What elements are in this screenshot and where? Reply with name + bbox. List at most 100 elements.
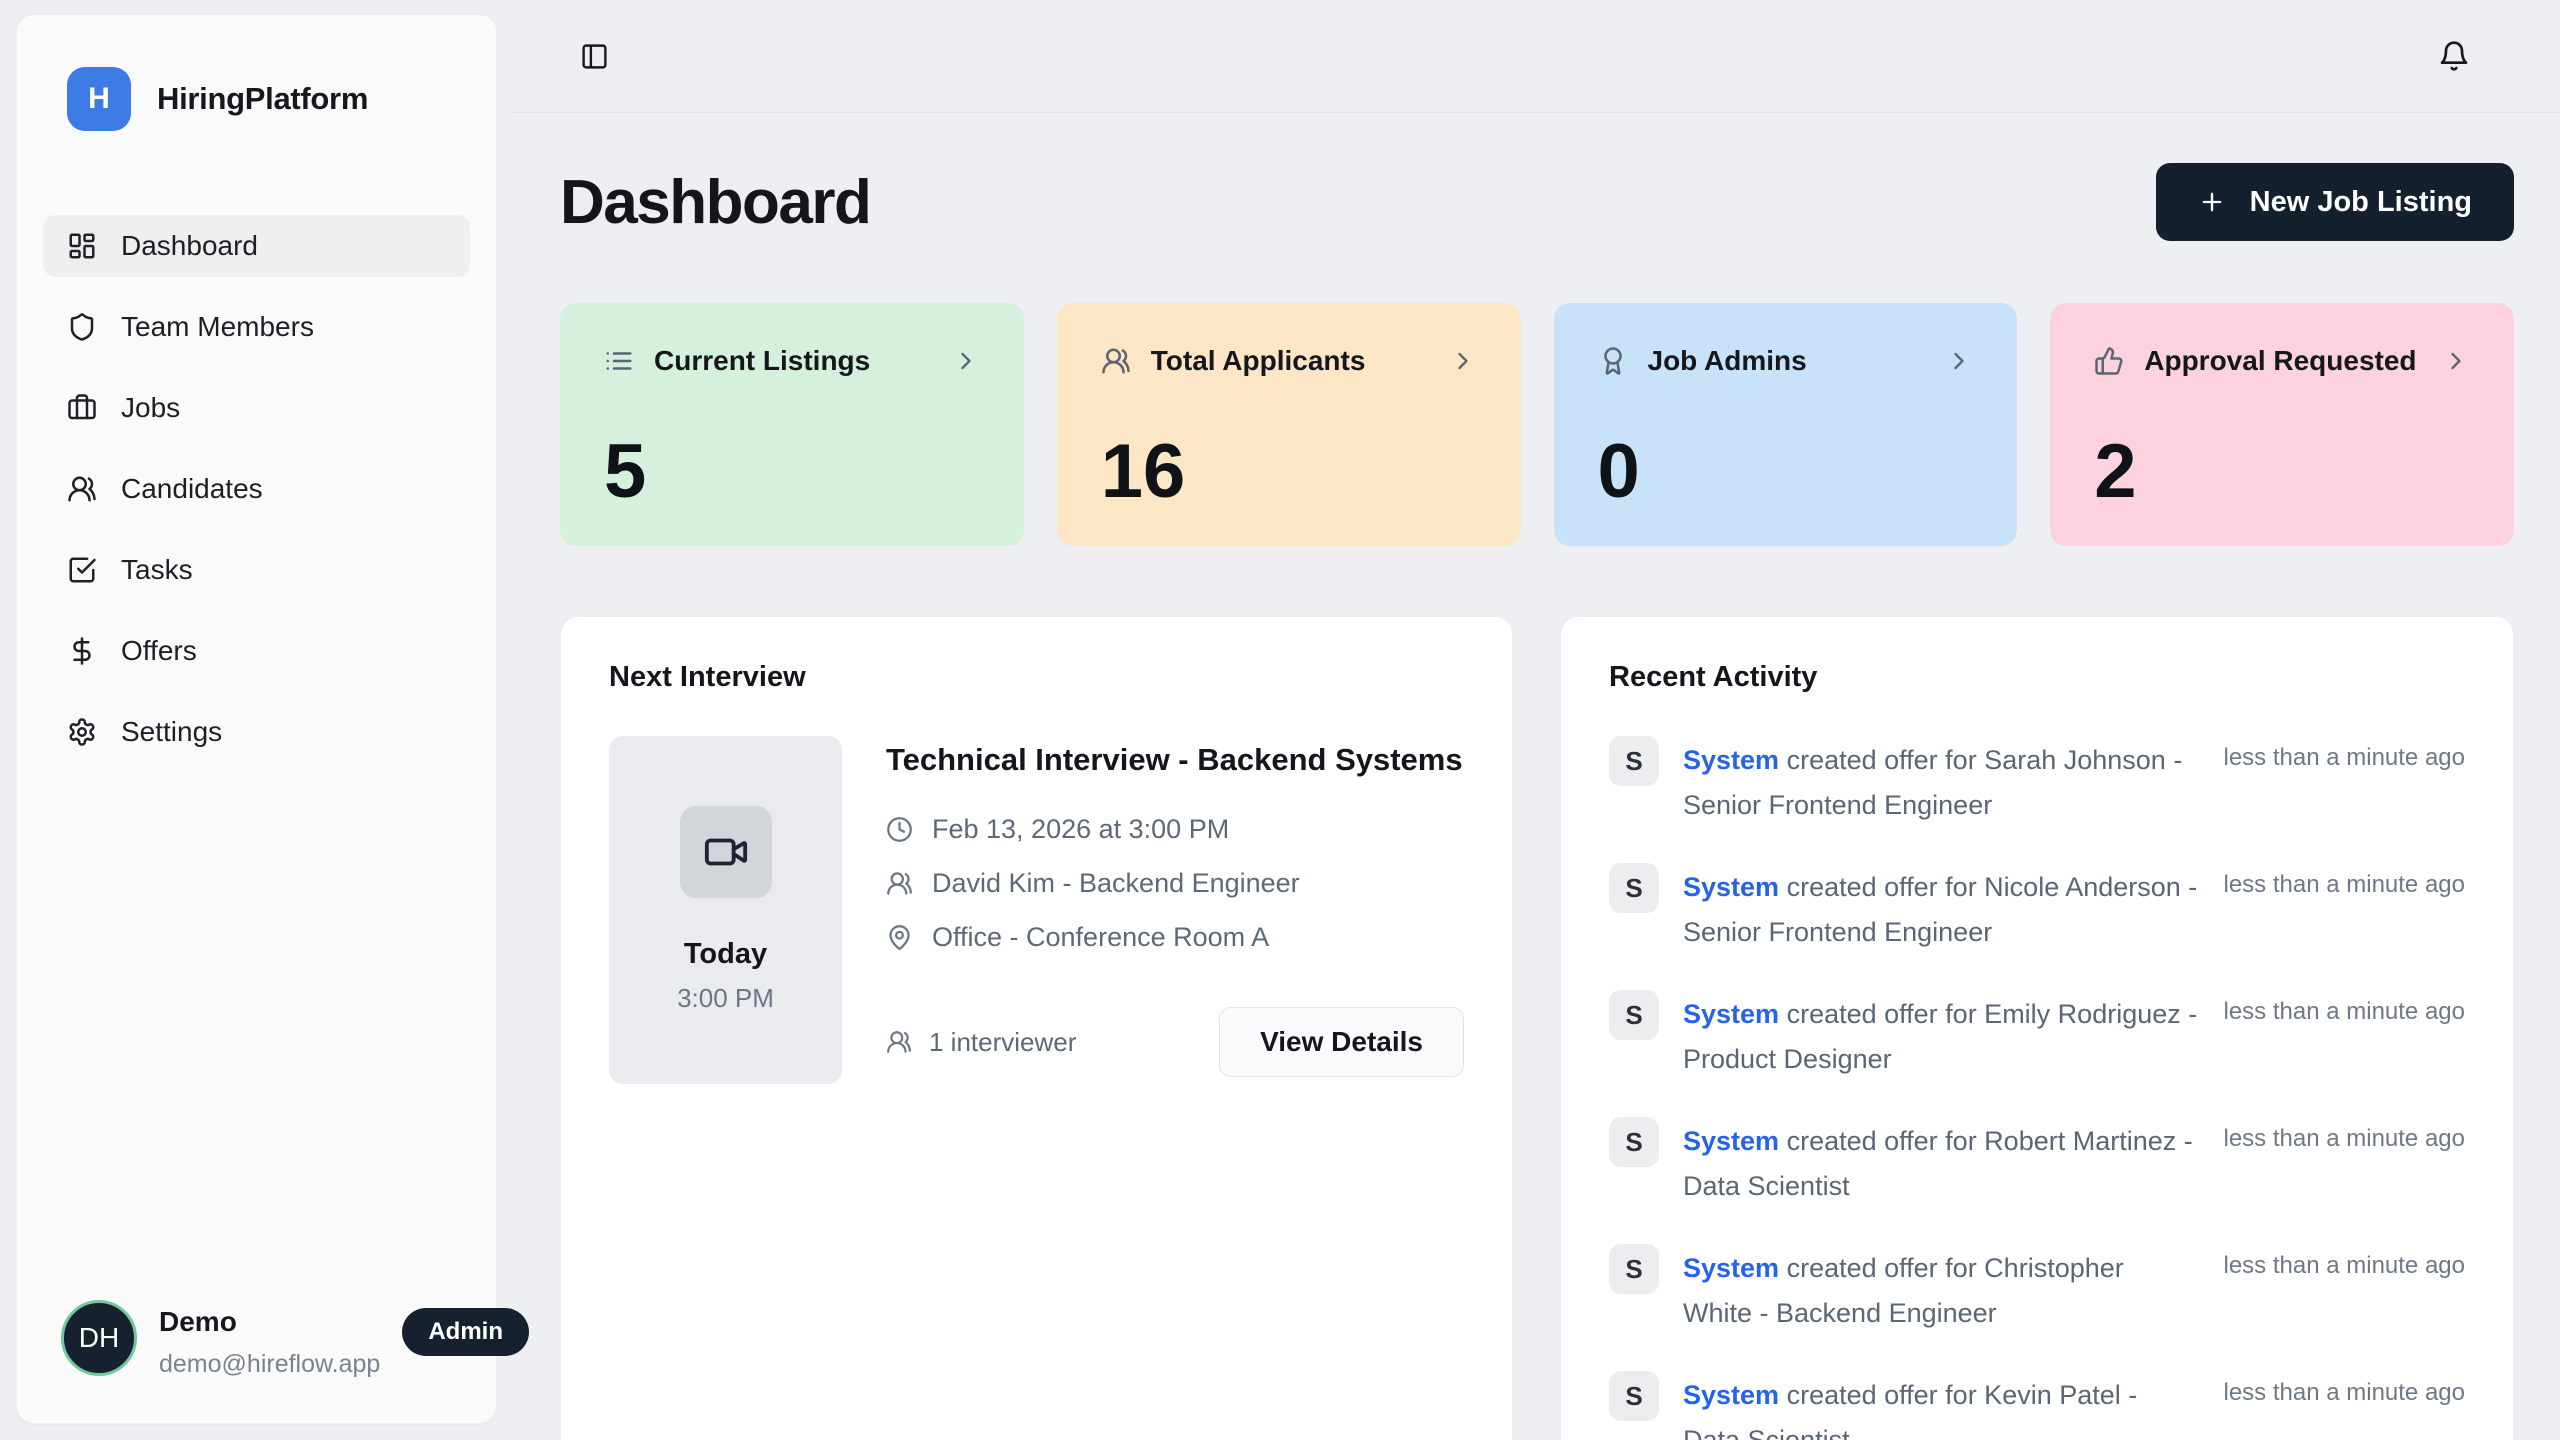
main-area: Dashboard New Job Listing Current Listin… bbox=[512, 0, 2560, 1440]
new-job-listing-label: New Job Listing bbox=[2250, 186, 2472, 219]
user-name: Demo bbox=[159, 1306, 380, 1338]
sidebar-item-candidates[interactable]: Candidates bbox=[43, 458, 470, 520]
activity-timestamp: less than a minute ago bbox=[2224, 863, 2466, 899]
chevron-right-icon bbox=[2442, 347, 2470, 375]
next-interview-panel: Next Interview Today 3:00 PM Technical I… bbox=[560, 616, 1513, 1440]
sidebar-item-offers[interactable]: Offers bbox=[43, 620, 470, 682]
sidebar-item-label: Settings bbox=[121, 716, 222, 748]
brand-logo-letter: H bbox=[88, 82, 110, 116]
content: Dashboard New Job Listing Current Listin… bbox=[512, 113, 2560, 1440]
sidebar: H HiringPlatform Dashboard Team Members … bbox=[16, 14, 497, 1424]
sidebar-item-team-members[interactable]: Team Members bbox=[43, 296, 470, 358]
activity-text: System created offer for Nicole Anderson… bbox=[1683, 865, 2200, 955]
activity-timestamp: less than a minute ago bbox=[2224, 736, 2466, 772]
activity-actor-link[interactable]: System bbox=[1683, 872, 1779, 902]
bell-icon bbox=[2438, 40, 2470, 72]
activity-avatar: S bbox=[1609, 1244, 1659, 1294]
activity-avatar: S bbox=[1609, 990, 1659, 1040]
stat-label: Total Applicants bbox=[1151, 345, 1366, 377]
stat-label: Job Admins bbox=[1648, 345, 1807, 377]
sidebar-item-jobs[interactable]: Jobs bbox=[43, 377, 470, 439]
new-job-listing-button[interactable]: New Job Listing bbox=[2156, 163, 2514, 241]
stat-label: Current Listings bbox=[654, 345, 870, 377]
user-email: demo@hireflow.app bbox=[159, 1350, 380, 1379]
brand: H HiringPlatform bbox=[43, 67, 470, 131]
activity-actor-link[interactable]: System bbox=[1683, 1126, 1779, 1156]
activity-actor-link[interactable]: System bbox=[1683, 1253, 1779, 1283]
video-icon bbox=[680, 806, 772, 898]
page-title: Dashboard bbox=[560, 167, 870, 238]
stat-card-header: Job Admins bbox=[1598, 345, 1974, 377]
interview-title: Technical Interview - Backend Systems bbox=[886, 736, 1464, 784]
activity-item: S System created offer for Emily Rodrigu… bbox=[1609, 990, 2465, 1082]
stat-card-header: Total Applicants bbox=[1101, 345, 1477, 377]
activity-text: System created offer for Sarah Johnson -… bbox=[1683, 738, 2200, 828]
stat-value: 16 bbox=[1101, 434, 1477, 510]
activity-timestamp: less than a minute ago bbox=[2224, 990, 2466, 1026]
sidebar-toggle-button[interactable] bbox=[576, 38, 613, 75]
sidebar-item-label: Candidates bbox=[121, 473, 263, 505]
sidebar-item-label: Tasks bbox=[121, 554, 193, 586]
interview-datetime: Feb 13, 2026 at 3:00 PM bbox=[932, 814, 1229, 845]
page-header: Dashboard New Job Listing bbox=[560, 163, 2514, 241]
stat-card-approval-requested[interactable]: Approval Requested 2 bbox=[2050, 303, 2514, 546]
activity-avatar: S bbox=[1609, 736, 1659, 786]
stat-label: Approval Requested bbox=[2144, 345, 2416, 377]
sidebar-item-label: Jobs bbox=[121, 392, 180, 424]
brand-logo: H bbox=[67, 67, 131, 131]
brand-name: HiringPlatform bbox=[157, 81, 368, 117]
topbar bbox=[512, 0, 2560, 113]
users-icon bbox=[886, 1029, 912, 1055]
sidebar-nav: Dashboard Team Members Jobs Candidates T… bbox=[43, 215, 470, 763]
dollar-icon bbox=[67, 636, 97, 666]
interview-meta: Feb 13, 2026 at 3:00 PM David Kim - Back… bbox=[886, 814, 1464, 953]
interview-location-row: Office - Conference Room A bbox=[886, 922, 1464, 953]
stat-value: 5 bbox=[604, 434, 980, 510]
user-profile[interactable]: DH Demo demo@hireflow.app Admin bbox=[43, 1300, 470, 1379]
activity-avatar: S bbox=[1609, 863, 1659, 913]
activity-item: S System created offer for Nicole Anders… bbox=[1609, 863, 2465, 955]
activity-timestamp: less than a minute ago bbox=[2224, 1244, 2466, 1280]
activity-text: System created offer for Kevin Patel - D… bbox=[1683, 1373, 2200, 1440]
activity-item: S System created offer for Sarah Johnson… bbox=[1609, 736, 2465, 828]
interview-footer: 1 interviewer View Details bbox=[886, 1007, 1464, 1077]
sidebar-item-tasks[interactable]: Tasks bbox=[43, 539, 470, 601]
view-details-button[interactable]: View Details bbox=[1219, 1007, 1464, 1077]
activity-avatar: S bbox=[1609, 1371, 1659, 1421]
activity-actor-link[interactable]: System bbox=[1683, 745, 1779, 775]
sidebar-item-label: Offers bbox=[121, 635, 197, 667]
activity-actor-link[interactable]: System bbox=[1683, 1380, 1779, 1410]
interview-location: Office - Conference Room A bbox=[932, 922, 1269, 953]
stat-card-job-admins[interactable]: Job Admins 0 bbox=[1554, 303, 2018, 546]
activity-text: System created offer for Emily Rodriguez… bbox=[1683, 992, 2200, 1082]
interview-details: Technical Interview - Backend Systems Fe… bbox=[886, 736, 1464, 1084]
plus-icon bbox=[2198, 188, 2226, 216]
list-icon bbox=[604, 346, 634, 376]
app-root: H HiringPlatform Dashboard Team Members … bbox=[0, 0, 2560, 1440]
notifications-button[interactable] bbox=[2434, 36, 2474, 76]
sidebar-item-label: Dashboard bbox=[121, 230, 258, 262]
sidebar-item-label: Team Members bbox=[121, 311, 314, 343]
interview-person-row: David Kim - Backend Engineer bbox=[886, 868, 1464, 899]
stat-card-current-listings[interactable]: Current Listings 5 bbox=[560, 303, 1024, 546]
activity-item: S System created offer for Christopher W… bbox=[1609, 1244, 2465, 1336]
stat-card-header: Approval Requested bbox=[2094, 345, 2470, 377]
thumbs-up-icon bbox=[2094, 346, 2124, 376]
map-pin-icon bbox=[886, 924, 913, 951]
sidebar-item-settings[interactable]: Settings bbox=[43, 701, 470, 763]
stat-card-total-applicants[interactable]: Total Applicants 16 bbox=[1057, 303, 1521, 546]
interview-time: 3:00 PM bbox=[677, 983, 774, 1014]
shield-icon bbox=[67, 312, 97, 342]
activity-actor-link[interactable]: System bbox=[1683, 999, 1779, 1029]
stat-card-header: Current Listings bbox=[604, 345, 980, 377]
sidebar-item-dashboard[interactable]: Dashboard bbox=[43, 215, 470, 277]
activity-timestamp: less than a minute ago bbox=[2224, 1371, 2466, 1407]
users-icon bbox=[886, 870, 913, 897]
recent-activity-panel: Recent Activity S System created offer f… bbox=[1560, 616, 2514, 1440]
interviewer-count-label: 1 interviewer bbox=[929, 1027, 1076, 1058]
chevron-right-icon bbox=[1945, 347, 1973, 375]
award-icon bbox=[1598, 346, 1628, 376]
interview-person: David Kim - Backend Engineer bbox=[932, 868, 1300, 899]
recent-activity-title: Recent Activity bbox=[1609, 661, 2465, 694]
activity-text: System created offer for Robert Martinez… bbox=[1683, 1119, 2200, 1209]
